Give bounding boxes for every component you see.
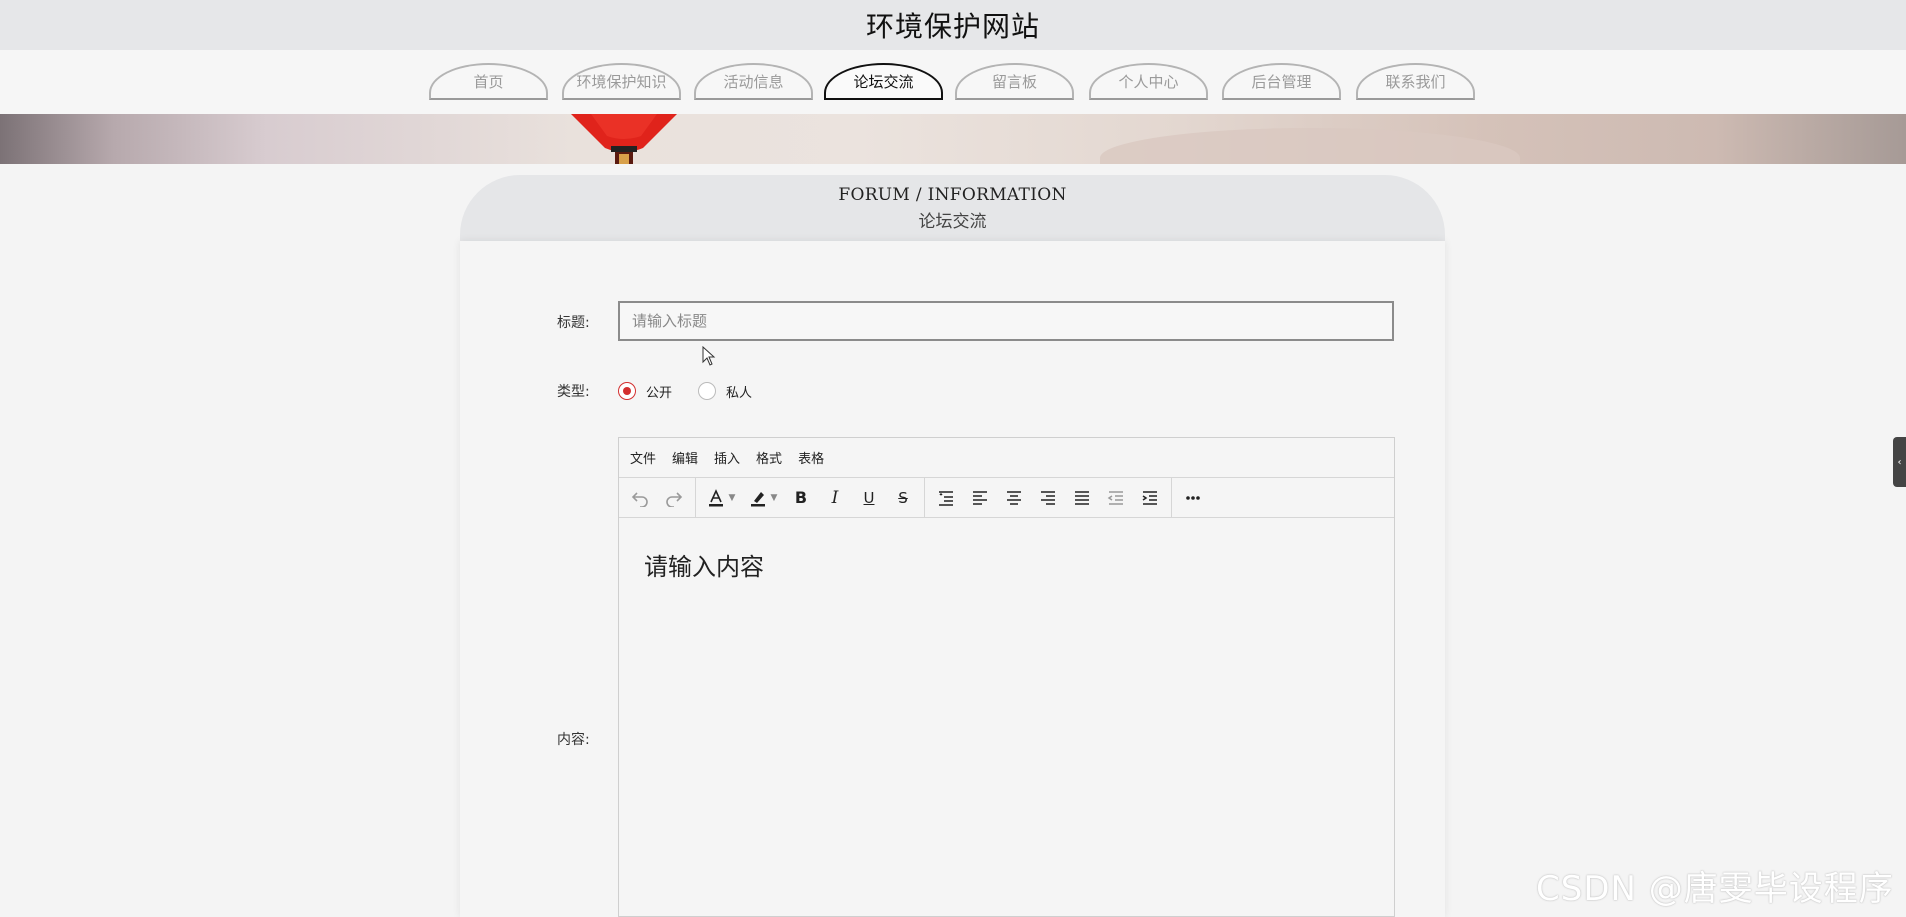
balloon-image <box>571 114 677 164</box>
banner-image <box>0 114 1906 164</box>
line-height-icon[interactable] <box>929 483 963 513</box>
radio-private-label: 私人 <box>726 385 753 401</box>
text-color-icon[interactable]: ▼ <box>700 483 742 513</box>
radio-private[interactable]: 私人 <box>698 382 752 401</box>
panel-title-cn: 论坛交流 <box>918 212 987 232</box>
highlight-color-icon[interactable]: ▼ <box>742 483 784 513</box>
italic-icon[interactable]: I <box>818 483 852 513</box>
menu-table[interactable]: 表格 <box>798 448 824 467</box>
outdent-icon[interactable] <box>1099 483 1133 513</box>
nav-tab-activities[interactable]: 活动信息 <box>694 63 813 100</box>
main-nav: 首页 环境保护知识 活动信息 论坛交流 留言板 个人中心 后台管理 联系我们 <box>0 50 1906 114</box>
more-icon[interactable] <box>1176 483 1210 513</box>
toolbar-group-history <box>619 478 696 517</box>
menu-format[interactable]: 格式 <box>756 448 782 467</box>
panel-header: FORUM / INFORMATION 论坛交流 <box>460 175 1445 241</box>
underline-icon[interactable]: U <box>852 483 886 513</box>
nav-tab-contact[interactable]: 联系我们 <box>1356 63 1475 100</box>
editor-toolbar: ▼ ▼ B I U S <box>619 478 1394 518</box>
banner-mountain <box>1100 128 1520 164</box>
radio-public[interactable]: 公开 <box>618 382 672 401</box>
toolbar-group-more <box>1172 478 1214 517</box>
toolbar-group-align <box>925 478 1172 517</box>
nav-tab-admin[interactable]: 后台管理 <box>1222 63 1341 100</box>
content-label: 内容: <box>557 732 590 748</box>
align-center-icon[interactable] <box>997 483 1031 513</box>
bold-icon[interactable]: B <box>784 483 818 513</box>
indent-icon[interactable] <box>1133 483 1167 513</box>
type-radio-group: 公开 私人 <box>618 380 778 402</box>
editor-placeholder: 请输入内容 <box>644 553 764 581</box>
menu-file[interactable]: 文件 <box>630 448 656 467</box>
title-label: 标题: <box>557 315 590 331</box>
menu-insert[interactable]: 插入 <box>714 448 740 467</box>
site-title: 环境保护网站 <box>865 10 1040 43</box>
type-label: 类型: <box>557 384 590 400</box>
mouse-cursor-icon <box>702 345 716 370</box>
menu-edit[interactable]: 编辑 <box>672 448 698 467</box>
strikethrough-icon[interactable]: S <box>886 483 920 513</box>
radio-public-label: 公开 <box>646 385 673 401</box>
align-right-icon[interactable] <box>1031 483 1065 513</box>
editor-content-area[interactable]: 请输入内容 <box>619 517 1394 916</box>
align-left-icon[interactable] <box>963 483 997 513</box>
align-justify-icon[interactable] <box>1065 483 1099 513</box>
radio-public-circle[interactable] <box>618 382 636 400</box>
panel-title-en: FORUM / INFORMATION <box>838 185 1067 205</box>
title-input[interactable] <box>618 301 1394 341</box>
radio-private-circle[interactable] <box>698 382 717 400</box>
toolbar-group-format: ▼ ▼ B I U S <box>696 478 925 517</box>
nav-tab-personal-center[interactable]: 个人中心 <box>1089 63 1208 100</box>
nav-tab-home[interactable]: 首页 <box>429 63 548 100</box>
nav-tab-knowledge[interactable]: 环境保护知识 <box>562 63 681 100</box>
nav-tab-message-board[interactable]: 留言板 <box>955 63 1074 100</box>
undo-icon[interactable] <box>623 483 657 513</box>
rich-text-editor: 文件 编辑 插入 格式 表格 ▼ ▼ B I U S 请输入内容 <box>618 437 1395 917</box>
side-collapse-tab[interactable]: ‹ <box>1893 437 1906 487</box>
editor-menubar: 文件 编辑 插入 格式 表格 <box>619 438 1394 478</box>
redo-icon[interactable] <box>657 483 691 513</box>
nav-tab-forum[interactable]: 论坛交流 <box>824 63 943 100</box>
site-header: 环境保护网站 <box>0 0 1906 50</box>
watermark: CSDN @唐雯毕设程序 <box>1536 869 1894 909</box>
